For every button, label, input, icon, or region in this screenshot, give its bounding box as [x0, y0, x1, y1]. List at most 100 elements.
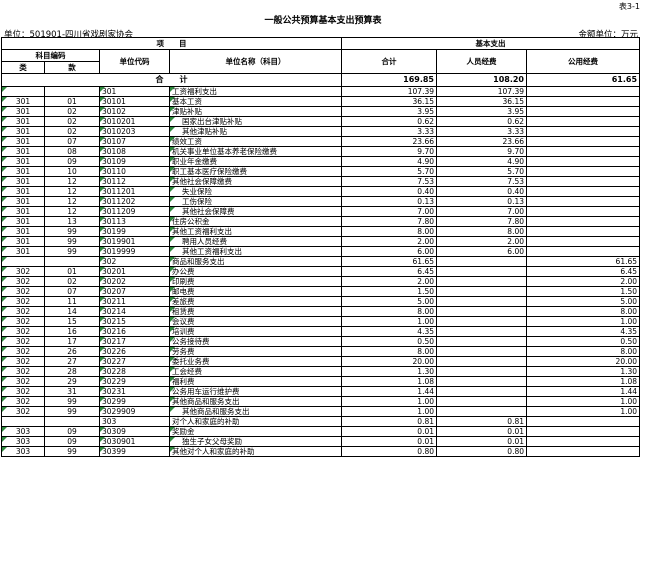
table-row: 301 12 30112 其他社会保障缴费 7.53 7.53 — [1, 176, 641, 187]
row-public — [525, 236, 641, 247]
row-total: 4.90 — [341, 156, 437, 167]
row-personnel — [436, 376, 527, 387]
total-row: 合 计 169.85 108.20 61.65 — [1, 73, 641, 87]
row-total: 1.00 — [341, 316, 437, 327]
row-total: 1.44 — [341, 386, 437, 397]
table-row: 302 31 30231 公务用车运行维护费 1.44 1.44 — [1, 386, 641, 397]
row-unit-code: 30110 — [99, 166, 170, 177]
row-unit-code: 3030901 — [99, 436, 170, 447]
row-public: 6.45 — [525, 266, 641, 277]
row-public — [525, 426, 641, 437]
row-public — [525, 106, 641, 117]
row-kuan: 27 — [44, 356, 100, 367]
row-total: 5.70 — [341, 166, 437, 177]
row-total: 7.80 — [341, 216, 437, 227]
row-kuan: 09 — [44, 436, 100, 447]
row-unit-code: 30109 — [99, 156, 170, 167]
row-kuan — [44, 416, 100, 427]
table-row: 303 09 30309 奖励金 0.01 0.01 — [1, 426, 641, 437]
row-total: 0.13 — [341, 196, 437, 207]
row-name: 独生子女父母奖励 — [169, 436, 342, 447]
row-public — [525, 116, 641, 127]
row-total: 1.00 — [341, 396, 437, 407]
row-total: 61.65 — [341, 256, 437, 267]
row-lei: 302 — [1, 266, 45, 277]
row-lei: 302 — [1, 376, 45, 387]
row-public: 5.00 — [525, 296, 641, 307]
row-lei: 302 — [1, 366, 45, 377]
row-personnel: 2.00 — [436, 236, 527, 247]
row-kuan: 09 — [44, 156, 100, 167]
row-personnel: 3.95 — [436, 106, 527, 117]
row-lei — [1, 256, 45, 267]
row-kuan: 17 — [44, 336, 100, 347]
row-kuan: 99 — [44, 226, 100, 237]
row-kuan: 02 — [44, 126, 100, 137]
row-kuan: 31 — [44, 386, 100, 397]
row-total: 107.39 — [341, 86, 437, 97]
row-public: 61.65 — [525, 256, 641, 267]
table-row: 301 12 3011202 工伤保险 0.13 0.13 — [1, 196, 641, 207]
row-public — [525, 126, 641, 137]
row-name: 奖励金 — [169, 426, 342, 437]
row-name: 对个人和家庭的补助 — [169, 416, 342, 427]
row-personnel: 0.01 — [436, 426, 527, 437]
total-label: 合 计 — [1, 73, 342, 87]
row-public — [525, 176, 641, 187]
row-total: 23.66 — [341, 136, 437, 147]
row-total: 0.01 — [341, 436, 437, 447]
row-total: 0.50 — [341, 336, 437, 347]
row-total: 8.00 — [341, 226, 437, 237]
row-total: 3.95 — [341, 106, 437, 117]
row-total: 7.00 — [341, 206, 437, 217]
row-total: 2.00 — [341, 276, 437, 287]
row-name: 绩效工资 — [169, 136, 342, 147]
row-unit-code: 30108 — [99, 146, 170, 157]
row-personnel: 0.80 — [436, 446, 527, 457]
row-kuan: 12 — [44, 176, 100, 187]
row-kuan: 07 — [44, 136, 100, 147]
row-kuan: 01 — [44, 266, 100, 277]
row-name: 基本工资 — [169, 96, 342, 107]
row-name: 工会经费 — [169, 366, 342, 377]
row-kuan: 02 — [44, 116, 100, 127]
row-total: 7.53 — [341, 176, 437, 187]
table-row: 302 26 30226 劳务费 8.00 8.00 — [1, 346, 641, 357]
row-public — [525, 446, 641, 457]
table-row: 302 17 30217 公务接待费 0.50 0.50 — [1, 336, 641, 347]
table-row: 302 02 30202 印刷费 2.00 2.00 — [1, 276, 641, 287]
row-name: 工伤保险 — [169, 196, 342, 207]
row-name: 公务用车运行维护费 — [169, 386, 342, 397]
table-row: 301 09 30109 职业年金缴费 4.90 4.90 — [1, 156, 641, 167]
row-lei — [1, 86, 45, 97]
row-kuan: 01 — [44, 96, 100, 107]
row-public — [525, 96, 641, 107]
row-public: 1.44 — [525, 386, 641, 397]
row-kuan — [44, 86, 100, 97]
row-name: 职业年金缴费 — [169, 156, 342, 167]
table-row: 302 99 3029909 其他商品和服务支出 1.00 1.00 — [1, 406, 641, 417]
row-personnel — [436, 276, 527, 287]
row-personnel — [436, 256, 527, 267]
table-row: 302 07 30207 邮电费 1.50 1.50 — [1, 286, 641, 297]
row-lei: 302 — [1, 386, 45, 397]
row-lei: 301 — [1, 156, 45, 167]
row-name: 印刷费 — [169, 276, 342, 287]
row-name: 工资福利支出 — [169, 86, 342, 97]
row-lei: 302 — [1, 396, 45, 407]
row-kuan: 99 — [44, 396, 100, 407]
row-kuan: 13 — [44, 216, 100, 227]
row-lei: 302 — [1, 356, 45, 367]
row-public: 1.08 — [525, 376, 641, 387]
row-lei: 302 — [1, 346, 45, 357]
form-number: 表3-1 — [618, 2, 640, 11]
row-kuan: 16 — [44, 326, 100, 337]
row-lei: 303 — [1, 426, 45, 437]
row-total: 1.08 — [341, 376, 437, 387]
row-name: 租赁费 — [169, 306, 342, 317]
row-public: 1.30 — [525, 366, 641, 377]
row-public — [525, 146, 641, 157]
row-lei: 301 — [1, 116, 45, 127]
row-total: 0.40 — [341, 186, 437, 197]
header-project: 项 目 — [1, 37, 342, 50]
